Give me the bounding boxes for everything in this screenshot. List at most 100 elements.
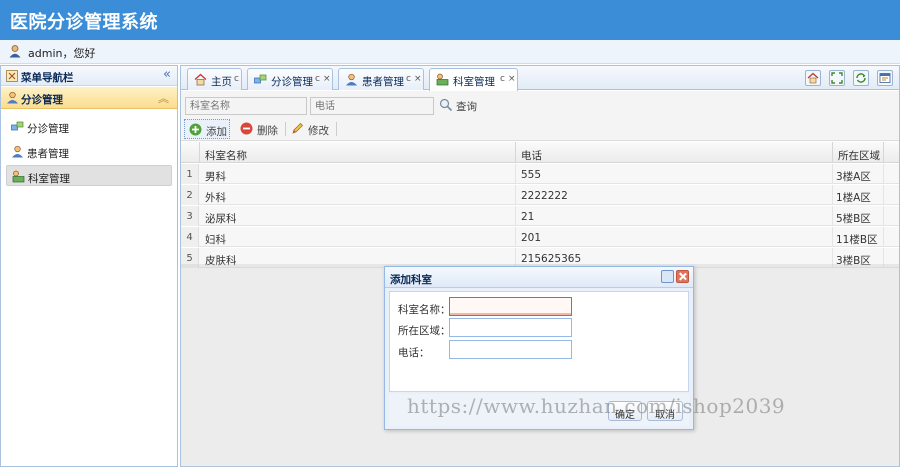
edit-button[interactable]: 修改 <box>287 119 333 139</box>
user-icon <box>7 91 18 104</box>
dialog-header: 添加科室 <box>385 267 693 288</box>
column-divider <box>832 142 833 163</box>
sidebar: 菜单导航栏 « 分诊管理 ︽ 分诊管理 患者管理 科室管理 <box>0 65 178 467</box>
sidebar-item-departments[interactable]: 科室管理 <box>6 165 172 186</box>
tab-refresh-icon[interactable]: c <box>406 74 411 84</box>
search-icon <box>439 98 453 112</box>
fullscreen-icon <box>831 72 843 84</box>
tab-refresh-icon[interactable]: c <box>500 74 505 84</box>
sidebar-collapse-icon[interactable]: « <box>163 68 171 82</box>
tab-label: 患者管理 <box>362 76 404 88</box>
sidebar-group-triage[interactable]: 分诊管理 ︽ <box>1 87 177 109</box>
minimize-icon[interactable] <box>661 270 674 283</box>
department-name-label: 科室名称： <box>398 304 451 316</box>
delete-button[interactable]: 删除 <box>236 119 282 139</box>
row-number: 1 <box>181 164 199 184</box>
refresh-icon <box>856 73 866 83</box>
add-button[interactable]: 添加 <box>184 119 230 139</box>
dialog-title: 添加科室 <box>390 274 432 286</box>
tab-refresh-icon[interactable]: c <box>315 74 320 84</box>
cell-divider <box>883 185 884 205</box>
cell-area: 11楼B区 <box>836 234 878 246</box>
cell-divider <box>515 227 516 247</box>
table-row[interactable]: 2 外科 2222222 1楼A区 <box>181 185 899 205</box>
phone-label: 电话： <box>398 347 430 359</box>
cell-name: 外科 <box>205 192 226 204</box>
tab-label: 分诊管理 <box>271 76 313 88</box>
tab-close-icon[interactable]: × <box>323 74 331 84</box>
department-icon <box>436 73 449 86</box>
sidebar-item-patients[interactable]: 患者管理 <box>6 141 172 162</box>
table-row[interactable]: 4 妇科 201 11楼B区 <box>181 227 899 247</box>
tab-close-icon[interactable]: × <box>414 74 422 84</box>
close-icon[interactable] <box>676 270 689 283</box>
table-row[interactable]: 1 男科 555 3楼A区 <box>181 164 899 184</box>
add-department-dialog: 添加科室 科室名称： 所在区域： 电话： 确定 取消 <box>384 266 694 430</box>
toolbar-divider <box>336 122 337 136</box>
tab-departments[interactable]: 科室管理 c × <box>429 68 518 91</box>
action-toolbar: 添加 删除 修改 <box>181 117 899 141</box>
cell-area: 3楼A区 <box>836 171 871 183</box>
search-row: 查询 <box>181 91 899 117</box>
cell-phone: 21 <box>521 211 535 223</box>
cancel-button[interactable]: 取消 <box>647 401 683 421</box>
cell-divider <box>515 185 516 205</box>
cell-divider <box>515 164 516 184</box>
home-tool-button[interactable] <box>805 70 821 86</box>
cell-name: 妇科 <box>205 234 226 246</box>
column-divider <box>883 142 884 163</box>
department-name-field[interactable] <box>449 297 572 316</box>
sidebar-item-label: 分诊管理 <box>27 123 69 135</box>
cell-area: 5楼B区 <box>836 213 871 225</box>
table-header: 科室名称 电话 所在区域 <box>181 142 899 163</box>
cell-divider <box>832 227 833 247</box>
menu-icon <box>6 70 18 82</box>
remove-icon <box>240 122 253 135</box>
area-field[interactable] <box>449 318 572 337</box>
row-number: 3 <box>181 206 199 226</box>
tab-close-icon[interactable]: × <box>508 74 516 84</box>
fullscreen-tool-button[interactable] <box>829 70 845 86</box>
link-icon <box>254 74 267 84</box>
area-label: 所在区域： <box>398 325 451 337</box>
home-icon <box>807 72 819 84</box>
cell-divider <box>883 227 884 247</box>
toolbar-divider <box>285 122 286 136</box>
phone-search-input[interactable] <box>310 97 434 115</box>
dialog-form: 科室名称： 所在区域： 电话： <box>389 291 689 392</box>
sidebar-item-label: 科室管理 <box>28 173 70 185</box>
dialog-footer: 确定 取消 <box>389 394 689 426</box>
tab-home[interactable]: 主页 c <box>187 68 242 90</box>
cell-divider <box>832 206 833 226</box>
column-header-area[interactable]: 所在区域 <box>838 148 880 163</box>
department-icon <box>12 170 25 183</box>
refresh-tool-button[interactable] <box>853 70 869 86</box>
user-bar: admin，您好 <box>0 40 900 64</box>
app-header: 医院分诊管理系统 <box>0 0 900 40</box>
department-name-search-input[interactable] <box>185 97 307 115</box>
cell-divider <box>883 164 884 184</box>
ok-button[interactable]: 确定 <box>608 401 642 421</box>
tab-refresh-icon[interactable]: c <box>234 74 239 84</box>
cell-area: 1楼A区 <box>836 192 871 204</box>
cell-name: 男科 <box>205 171 226 183</box>
window-tool-button[interactable] <box>877 70 893 86</box>
user-icon <box>346 73 357 86</box>
column-header-phone[interactable]: 电话 <box>521 148 542 163</box>
cell-name: 泌尿科 <box>205 213 237 225</box>
tab-patients[interactable]: 患者管理 c × <box>338 68 424 90</box>
tab-triage[interactable]: 分诊管理 c × <box>247 68 333 90</box>
phone-field[interactable] <box>449 340 572 359</box>
tab-label: 主页 <box>211 76 232 88</box>
chevron-up-icon[interactable]: ︽ <box>158 90 169 106</box>
table-row[interactable]: 3 泌尿科 21 5楼B区 <box>181 206 899 226</box>
column-header-name[interactable]: 科室名称 <box>205 148 247 163</box>
cell-divider <box>832 185 833 205</box>
column-divider <box>199 142 200 163</box>
search-button-label: 查询 <box>456 101 477 113</box>
pencil-icon <box>292 123 303 134</box>
cancel-button-label: 取消 <box>655 410 675 421</box>
sidebar-item-triage[interactable]: 分诊管理 <box>6 116 172 137</box>
link-icon <box>11 121 24 131</box>
cell-phone: 2222222 <box>521 190 568 202</box>
